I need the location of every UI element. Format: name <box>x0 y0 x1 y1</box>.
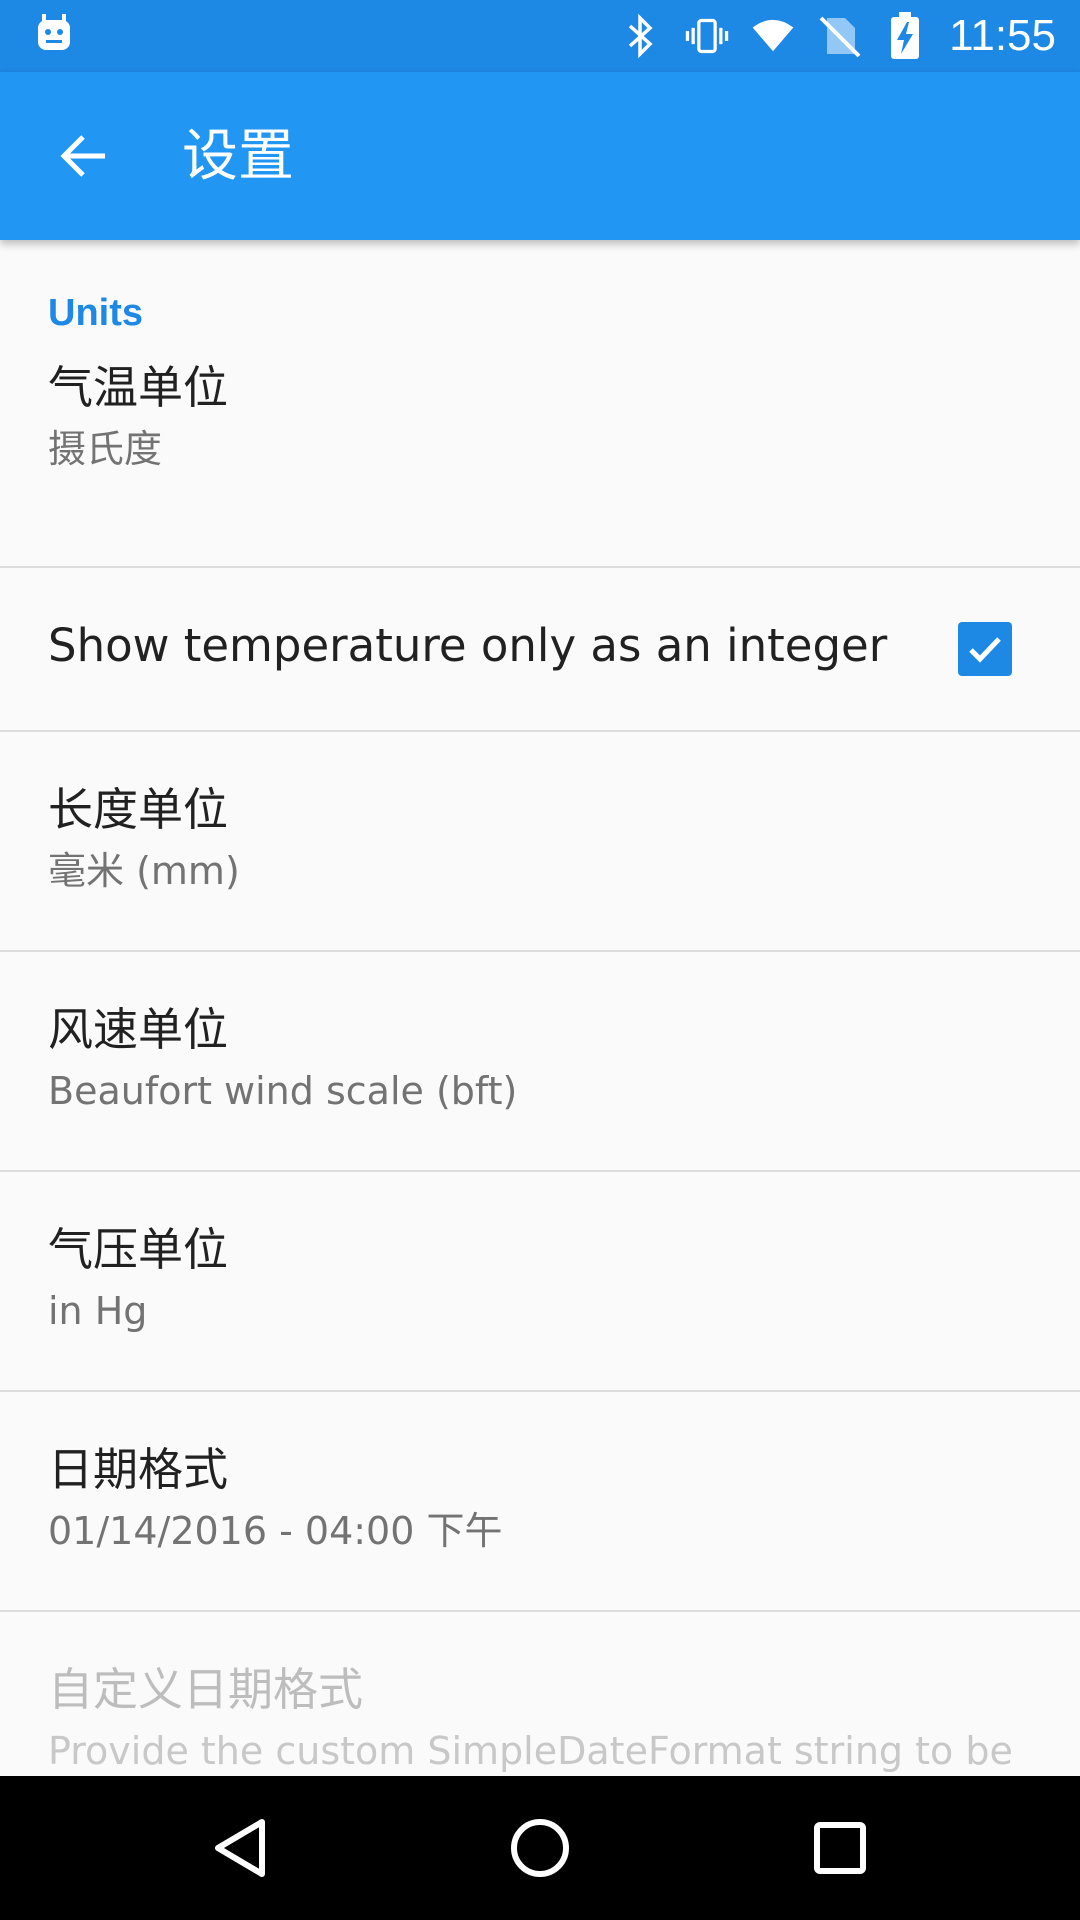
navigation-bar <box>0 1776 1080 1920</box>
status-time: 11:55 <box>949 11 1056 60</box>
page-title: 设置 <box>182 124 294 189</box>
nav-recents-button[interactable] <box>790 1798 890 1898</box>
back-button[interactable] <box>44 116 124 196</box>
bluetooth-icon <box>619 14 663 58</box>
pref-date-format[interactable]: 日期格式 01/14/2016 - 04:00 下午 <box>0 1392 1080 1610</box>
pref-title: 气压单位 <box>48 1223 229 1276</box>
nav-home-icon <box>511 1819 569 1877</box>
pref-summary: 摄氏度 <box>48 427 163 471</box>
pref-summary: Beaufort wind scale (bft) <box>48 1069 518 1113</box>
pref-title: 自定义日期格式 <box>48 1663 364 1716</box>
pref-summary: Provide the custom SimpleDateFormat stri… <box>48 1729 1013 1773</box>
pref-title: 长度单位 <box>48 783 229 836</box>
battery-charging-icon <box>883 12 927 59</box>
android-notification-icon <box>36 14 72 54</box>
pref-title: Show temperature only as an integer <box>48 619 888 672</box>
pref-title: 风速单位 <box>48 1003 229 1056</box>
pref-summary: 01/14/2016 - 04:00 下午 <box>48 1509 503 1553</box>
nav-recents-icon <box>814 1822 866 1874</box>
pref-length-unit[interactable]: 长度单位 毫米 (mm) <box>0 732 1080 950</box>
no-sim-icon <box>817 14 861 58</box>
vibrate-icon <box>685 14 729 58</box>
nav-back-icon <box>215 1819 265 1877</box>
pref-pressure-unit[interactable]: 气压单位 in Hg <box>0 1172 1080 1390</box>
app-bar: 设置 <box>0 72 1080 240</box>
pref-wind-unit[interactable]: 风速单位 Beaufort wind scale (bft) <box>0 952 1080 1170</box>
pref-summary: 毫米 (mm) <box>48 849 240 893</box>
wifi-icon <box>751 14 795 58</box>
pref-title: 日期格式 <box>48 1443 229 1496</box>
checkmark-icon <box>969 637 1001 663</box>
integer-temperature-checkbox[interactable] <box>958 622 1012 676</box>
nav-back-button[interactable] <box>190 1798 290 1898</box>
pref-integer-temperature[interactable]: Show temperature only as an integer <box>0 568 1080 730</box>
category-units: Units <box>48 292 143 334</box>
pref-temperature-unit[interactable]: 气温单位 摄氏度 <box>0 360 1080 566</box>
status-bar: 11:55 <box>0 0 1080 72</box>
settings-list[interactable]: Units 气温单位 摄氏度 Show temperature only as … <box>0 240 1080 1776</box>
arrow-back-icon <box>60 135 105 177</box>
pref-title: 气温单位 <box>48 361 229 414</box>
pref-summary: in Hg <box>48 1289 148 1333</box>
nav-home-button[interactable] <box>490 1798 590 1898</box>
pref-custom-date-format: 自定义日期格式 Provide the custom SimpleDateFor… <box>0 1612 1080 1776</box>
